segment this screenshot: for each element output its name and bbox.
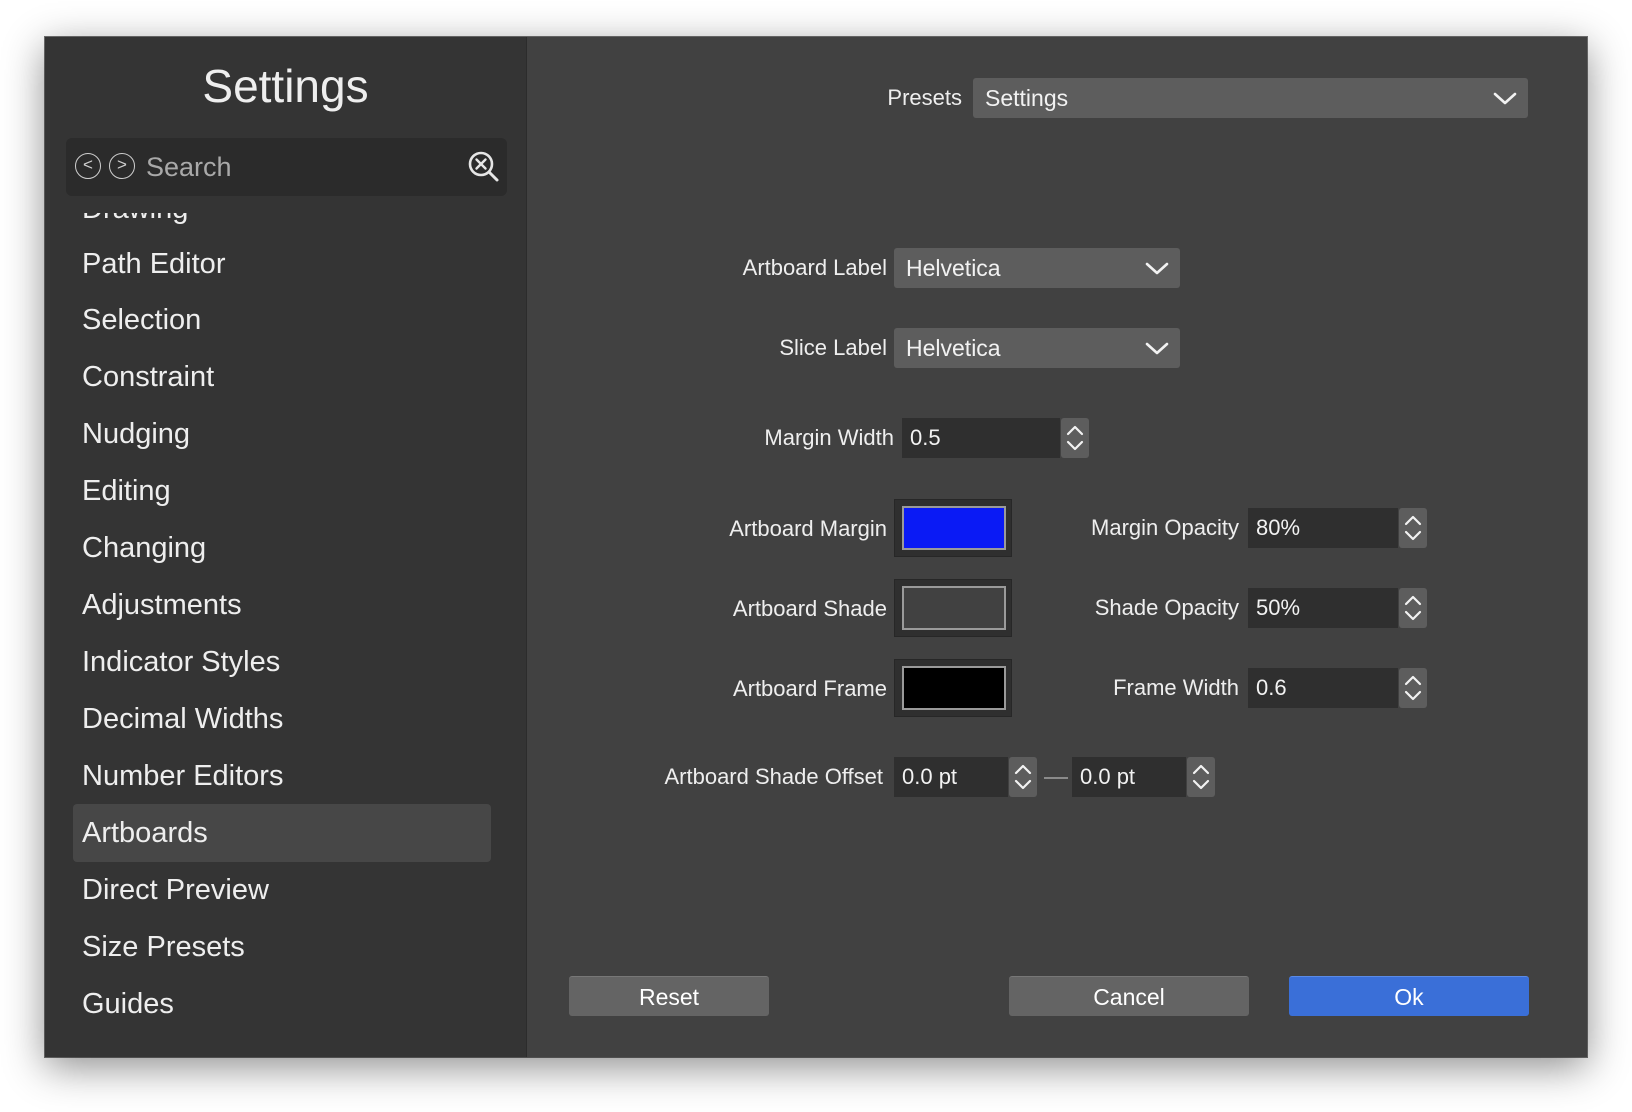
- shade-offset-y-stepper[interactable]: [1187, 757, 1215, 797]
- frame-width-label: Frame Width: [1113, 675, 1239, 700]
- presets-dropdown[interactable]: Settings: [973, 78, 1528, 118]
- ok-button[interactable]: Ok: [1289, 976, 1529, 1016]
- up-down-stepper-icon: [1192, 764, 1210, 790]
- sidebar-item-guides[interactable]: Guides: [73, 975, 491, 1033]
- sidebar-item-nudging[interactable]: Nudging: [73, 405, 491, 463]
- chevron-left-circle-icon[interactable]: <: [75, 153, 101, 179]
- artboard-label-font-dropdown[interactable]: Helvetica: [894, 248, 1180, 288]
- artboard-margin-color-well[interactable]: [894, 499, 1012, 557]
- artboard-shade-label: Artboard Shade: [732, 596, 887, 621]
- settings-window: Settings < > Drawing Path Editor Selecti…: [45, 37, 1587, 1057]
- chevron-down-icon: [1145, 262, 1169, 275]
- main-panel: Presets Settings Artboard Label Helvetic…: [527, 37, 1587, 1057]
- up-down-stepper-icon: [1404, 595, 1422, 621]
- offset-link-dash: [1044, 777, 1068, 779]
- margin-width-field[interactable]: 0.5: [902, 418, 1060, 458]
- shade-offset-x-field[interactable]: 0.0 pt: [894, 757, 1008, 797]
- slice-label-font-dropdown[interactable]: Helvetica: [894, 328, 1180, 368]
- chevron-down-icon: [1493, 92, 1517, 105]
- presets-value: Settings: [985, 85, 1069, 111]
- slice-label-label: Slice Label: [779, 335, 887, 360]
- margin-opacity-label: Margin Opacity: [1091, 515, 1239, 540]
- margin-width-stepper[interactable]: [1061, 418, 1089, 458]
- artboard-shade-color-well[interactable]: [894, 579, 1012, 637]
- presets-label: Presets: [887, 85, 962, 110]
- artboard-margin-label: Artboard Margin: [729, 516, 887, 541]
- sidebar-item-path-editor[interactable]: Path Editor: [73, 235, 491, 293]
- sidebar-item-direct-preview[interactable]: Direct Preview: [73, 861, 491, 919]
- margin-width-label: Margin Width: [764, 425, 894, 450]
- artboard-label-font-value: Helvetica: [906, 255, 1001, 281]
- shade-opacity-stepper[interactable]: [1399, 588, 1427, 628]
- sidebar-item-constraint[interactable]: Constraint: [73, 348, 491, 406]
- margin-opacity-field[interactable]: 80%: [1248, 508, 1398, 548]
- search-bar: < >: [66, 138, 507, 196]
- sidebar-item-selection[interactable]: Selection: [73, 291, 491, 349]
- artboard-margin-color-swatch: [902, 506, 1006, 550]
- reset-button[interactable]: Reset: [569, 976, 769, 1016]
- sidebar-item-number-editors[interactable]: Number Editors: [73, 747, 491, 805]
- shade-offset-y-field[interactable]: 0.0 pt: [1072, 757, 1186, 797]
- artboard-shade-color-swatch: [902, 586, 1006, 630]
- slice-label-font-value: Helvetica: [906, 335, 1001, 361]
- frame-width-stepper[interactable]: [1399, 668, 1427, 708]
- artboard-frame-color-swatch: [902, 666, 1006, 710]
- sidebar-item-artboards[interactable]: Artboards: [73, 804, 491, 862]
- up-down-stepper-icon: [1404, 675, 1422, 701]
- artboard-frame-color-well[interactable]: [894, 659, 1012, 717]
- sidebar-item-adjustments[interactable]: Adjustments: [73, 576, 491, 634]
- artboard-frame-label: Artboard Frame: [732, 676, 887, 701]
- sidebar-item-indicator-styles[interactable]: Indicator Styles: [73, 633, 491, 691]
- search-input[interactable]: [146, 148, 446, 186]
- sidebar-item-size-presets[interactable]: Size Presets: [73, 918, 491, 976]
- shade-offset-x-stepper[interactable]: [1009, 757, 1037, 797]
- frame-width-field[interactable]: 0.6: [1248, 668, 1398, 708]
- settings-category-list: Drawing Path Editor Selection Constraint…: [45, 213, 526, 1057]
- chevron-down-icon: [1145, 342, 1169, 355]
- up-down-stepper-icon: [1404, 515, 1422, 541]
- clear-search-icon[interactable]: [467, 150, 501, 184]
- up-down-stepper-icon: [1014, 764, 1032, 790]
- artboard-label-label: Artboard Label: [742, 255, 887, 280]
- sidebar-item-editing[interactable]: Editing: [73, 462, 491, 520]
- sidebar: Settings < > Drawing Path Editor Selecti…: [45, 37, 527, 1057]
- margin-opacity-stepper[interactable]: [1399, 508, 1427, 548]
- sidebar-title: Settings: [202, 60, 369, 112]
- chevron-right-circle-icon[interactable]: >: [109, 153, 135, 179]
- shade-opacity-label: Shade Opacity: [1094, 595, 1239, 620]
- shade-opacity-field[interactable]: 50%: [1248, 588, 1398, 628]
- artboard-shade-offset-label: Artboard Shade Offset: [664, 764, 883, 789]
- up-down-stepper-icon: [1066, 425, 1084, 451]
- sidebar-item-changing[interactable]: Changing: [73, 519, 491, 577]
- sidebar-item-decimal-widths[interactable]: Decimal Widths: [73, 690, 491, 748]
- cancel-button[interactable]: Cancel: [1009, 976, 1249, 1016]
